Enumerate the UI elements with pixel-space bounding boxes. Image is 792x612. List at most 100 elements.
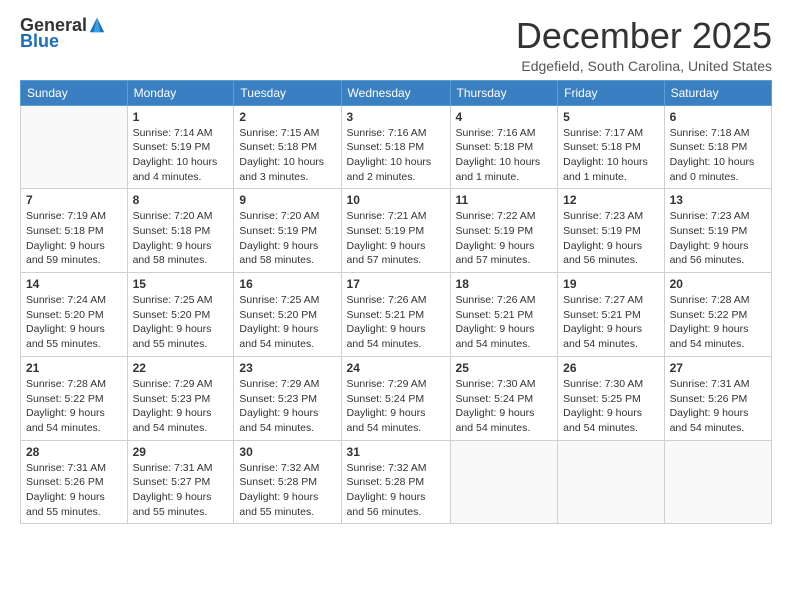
- sunrise: Sunrise: 7:29 AM: [347, 377, 445, 392]
- daylight-hours: Daylight: 9 hours: [670, 239, 766, 254]
- daylight-minutes: and 0 minutes.: [670, 170, 766, 185]
- daylight-hours: Daylight: 10 hours: [347, 155, 445, 170]
- sunrise: Sunrise: 7:15 AM: [239, 126, 335, 141]
- calendar-cell: 8Sunrise: 7:20 AMSunset: 5:18 PMDaylight…: [127, 189, 234, 273]
- calendar-cell: 4Sunrise: 7:16 AMSunset: 5:18 PMDaylight…: [450, 105, 558, 189]
- daylight-hours: Daylight: 9 hours: [347, 490, 445, 505]
- day-info: Sunrise: 7:23 AMSunset: 5:19 PMDaylight:…: [563, 209, 658, 268]
- sunset: Sunset: 5:23 PM: [239, 392, 335, 407]
- location: Edgefield, South Carolina, United States: [516, 58, 772, 74]
- daylight-hours: Daylight: 9 hours: [239, 322, 335, 337]
- day-number: 28: [26, 445, 122, 459]
- day-info: Sunrise: 7:20 AMSunset: 5:18 PMDaylight:…: [133, 209, 229, 268]
- daylight-hours: Daylight: 9 hours: [563, 322, 658, 337]
- daylight-minutes: and 54 minutes.: [563, 421, 658, 436]
- day-number: 27: [670, 361, 766, 375]
- calendar-cell: 21Sunrise: 7:28 AMSunset: 5:22 PMDayligh…: [21, 356, 128, 440]
- sunset: Sunset: 5:19 PM: [456, 224, 553, 239]
- daylight-hours: Daylight: 9 hours: [456, 239, 553, 254]
- daylight-minutes: and 56 minutes.: [347, 505, 445, 520]
- sunrise: Sunrise: 7:25 AM: [133, 293, 229, 308]
- calendar-week-2: 14Sunrise: 7:24 AMSunset: 5:20 PMDayligh…: [21, 273, 772, 357]
- sunset: Sunset: 5:28 PM: [347, 475, 445, 490]
- sunset: Sunset: 5:28 PM: [239, 475, 335, 490]
- sunrise: Sunrise: 7:20 AM: [133, 209, 229, 224]
- day-info: Sunrise: 7:31 AMSunset: 5:26 PMDaylight:…: [26, 461, 122, 520]
- calendar-table: Sunday Monday Tuesday Wednesday Thursday…: [20, 80, 772, 525]
- day-number: 24: [347, 361, 445, 375]
- day-number: 20: [670, 277, 766, 291]
- calendar-cell: 23Sunrise: 7:29 AMSunset: 5:23 PMDayligh…: [234, 356, 341, 440]
- calendar-cell: 16Sunrise: 7:25 AMSunset: 5:20 PMDayligh…: [234, 273, 341, 357]
- sunrise: Sunrise: 7:27 AM: [563, 293, 658, 308]
- calendar-cell: 30 Sunrise: 7:32 AMSunset: 5:28 PMDayligh…: [234, 440, 341, 524]
- calendar-cell: 17Sunrise: 7:26 AMSunset: 5:21 PMDayligh…: [341, 273, 450, 357]
- month-title: December 2025: [516, 16, 772, 56]
- daylight-minutes: and 56 minutes.: [563, 253, 658, 268]
- daylight-hours: Daylight: 9 hours: [456, 406, 553, 421]
- col-sunday: Sunday: [21, 80, 128, 105]
- day-number: 1: [133, 110, 229, 124]
- daylight-minutes: and 55 minutes.: [133, 505, 229, 520]
- daylight-minutes: and 3 minutes.: [239, 170, 335, 185]
- daylight-minutes: and 4 minutes.: [133, 170, 229, 185]
- day-number: 30: [239, 445, 335, 459]
- calendar-cell: 11Sunrise: 7:22 AMSunset: 5:19 PMDayligh…: [450, 189, 558, 273]
- daylight-hours: Daylight: 9 hours: [239, 490, 335, 505]
- day-info: Sunrise: 7:30 AMSunset: 5:25 PMDaylight:…: [563, 377, 658, 436]
- sunset: Sunset: 5:26 PM: [670, 392, 766, 407]
- sunset: Sunset: 5:21 PM: [456, 308, 553, 323]
- day-number: 5: [563, 110, 658, 124]
- daylight-hours: Daylight: 9 hours: [26, 322, 122, 337]
- sunset: Sunset: 5:21 PM: [347, 308, 445, 323]
- day-info: Sunrise: 7:25 AMSunset: 5:20 PMDaylight:…: [133, 293, 229, 352]
- day-info: Sunrise: 7:32 AMSunset: 5:28 PMDaylight:…: [347, 461, 445, 520]
- sunrise: Sunrise: 7:29 AM: [239, 377, 335, 392]
- daylight-minutes: and 55 minutes.: [239, 505, 335, 520]
- day-info: Sunrise: 7:32 AMSunset: 5:28 PMDaylight:…: [239, 461, 335, 520]
- day-info: Sunrise: 7:30 AMSunset: 5:24 PMDaylight:…: [456, 377, 553, 436]
- sunrise: Sunrise: 7:25 AM: [239, 293, 335, 308]
- daylight-minutes: and 54 minutes.: [347, 337, 445, 352]
- calendar-week-1: 7Sunrise: 7:19 AMSunset: 5:18 PMDaylight…: [21, 189, 772, 273]
- sunset: Sunset: 5:18 PM: [456, 140, 553, 155]
- sunset: Sunset: 5:20 PM: [26, 308, 122, 323]
- day-info: Sunrise: 7:29 AMSunset: 5:23 PMDaylight:…: [239, 377, 335, 436]
- daylight-minutes: and 54 minutes.: [456, 337, 553, 352]
- day-info: Sunrise: 7:20 AMSunset: 5:19 PMDaylight:…: [239, 209, 335, 268]
- logo: General Blue: [20, 16, 106, 50]
- daylight-hours: Daylight: 9 hours: [670, 406, 766, 421]
- calendar-cell: 5Sunrise: 7:17 AMSunset: 5:18 PMDaylight…: [558, 105, 664, 189]
- day-number: 25: [456, 361, 553, 375]
- calendar-cell: 3Sunrise: 7:16 AMSunset: 5:18 PMDaylight…: [341, 105, 450, 189]
- calendar-cell: [558, 440, 664, 524]
- day-number: 12: [563, 193, 658, 207]
- calendar-cell: 6Sunrise: 7:18 AMSunset: 5:18 PMDaylight…: [664, 105, 771, 189]
- sunset: Sunset: 5:19 PM: [133, 140, 229, 155]
- calendar-cell: 15Sunrise: 7:25 AMSunset: 5:20 PMDayligh…: [127, 273, 234, 357]
- calendar-cell: 9Sunrise: 7:20 AMSunset: 5:19 PMDaylight…: [234, 189, 341, 273]
- calendar-cell: 29Sunrise: 7:31 AMSunset: 5:27 PMDayligh…: [127, 440, 234, 524]
- day-number: 11: [456, 193, 553, 207]
- daylight-minutes: and 55 minutes.: [26, 337, 122, 352]
- calendar-cell: 20Sunrise: 7:28 AMSunset: 5:22 PMDayligh…: [664, 273, 771, 357]
- sunrise: Sunrise: 7:31 AM: [26, 461, 122, 476]
- calendar-cell: 18Sunrise: 7:26 AMSunset: 5:21 PMDayligh…: [450, 273, 558, 357]
- day-info: Sunrise: 7:26 AMSunset: 5:21 PMDaylight:…: [456, 293, 553, 352]
- day-info: Sunrise: 7:19 AMSunset: 5:18 PMDaylight:…: [26, 209, 122, 268]
- sunset: Sunset: 5:19 PM: [670, 224, 766, 239]
- day-info: Sunrise: 7:24 AMSunset: 5:20 PMDaylight:…: [26, 293, 122, 352]
- sunrise: Sunrise: 7:23 AM: [670, 209, 766, 224]
- sunset: Sunset: 5:22 PM: [670, 308, 766, 323]
- page: General Blue December 2025 Edgefield, So…: [0, 0, 792, 612]
- daylight-hours: Daylight: 9 hours: [26, 406, 122, 421]
- sunset: Sunset: 5:24 PM: [456, 392, 553, 407]
- sunrise: Sunrise: 7:23 AM: [563, 209, 658, 224]
- daylight-minutes: and 55 minutes.: [133, 337, 229, 352]
- sunrise: Sunrise: 7:31 AM: [670, 377, 766, 392]
- sunrise: Sunrise: 7:30 AM: [563, 377, 658, 392]
- daylight-minutes: and 54 minutes.: [670, 421, 766, 436]
- day-number: 4: [456, 110, 553, 124]
- sunset: Sunset: 5:26 PM: [26, 475, 122, 490]
- daylight-hours: Daylight: 9 hours: [133, 322, 229, 337]
